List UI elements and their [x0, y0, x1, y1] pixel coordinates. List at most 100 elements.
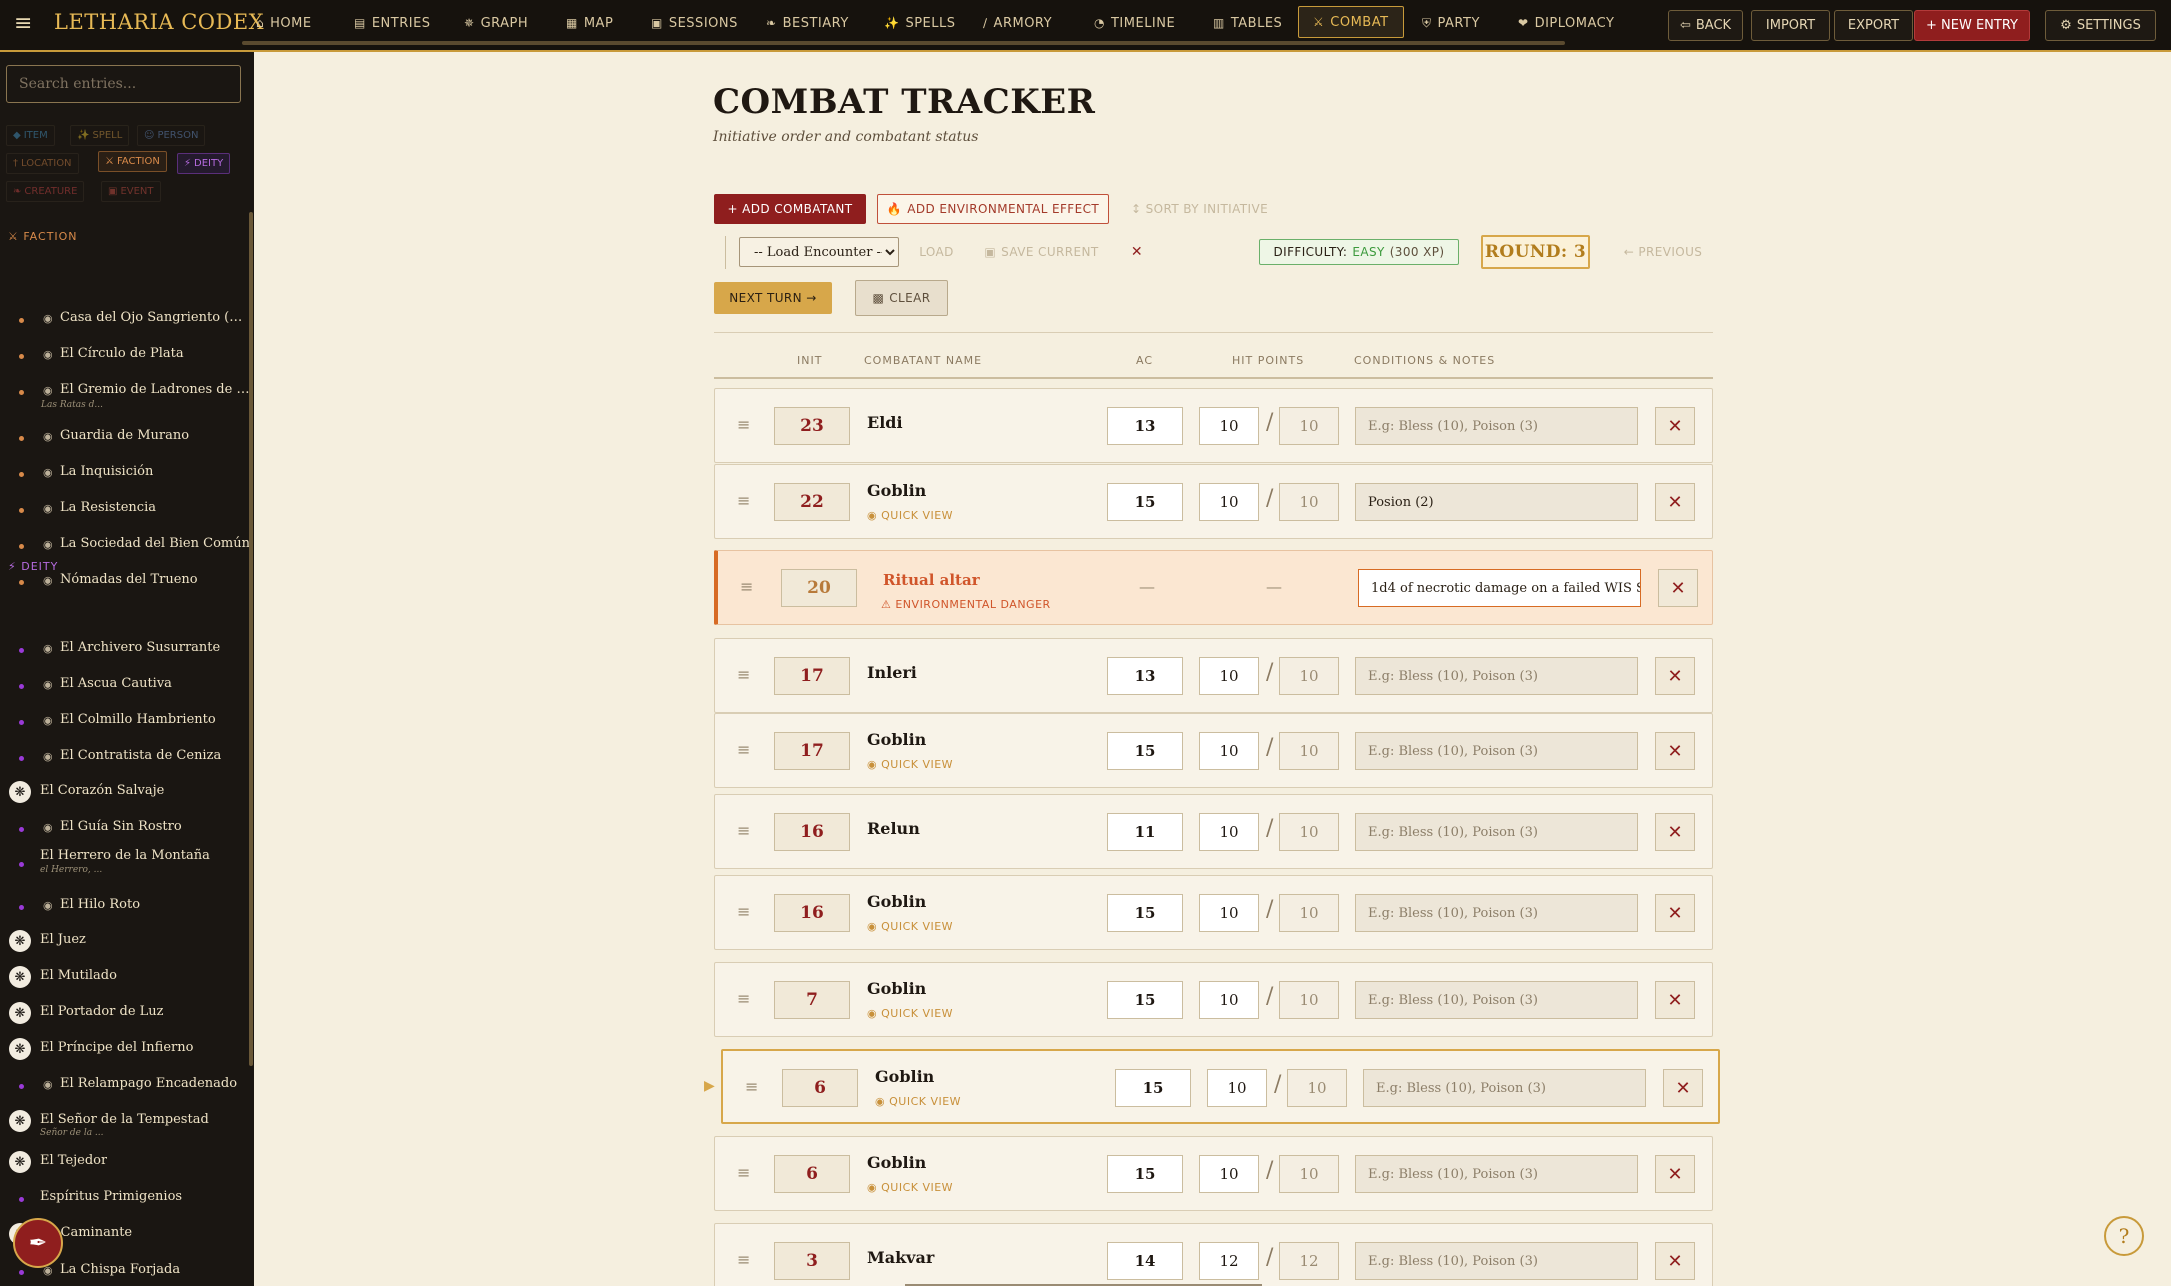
- sidebar-item-deity[interactable]: ❋ El Corazón Salvaje: [0, 781, 248, 811]
- combatant-name[interactable]: Goblin: [867, 481, 926, 500]
- conditions-notes-input[interactable]: [1355, 981, 1638, 1019]
- sidebar-item-deity[interactable]: ◉ El Archivero Susurrante: [0, 638, 248, 668]
- sidebar-item-faction[interactable]: ◉ Guardia de Murano: [0, 428, 248, 458]
- sidebar-item-deity[interactable]: ❋ El Juez: [0, 930, 248, 960]
- initiative-input[interactable]: [774, 657, 850, 695]
- max-hp-input[interactable]: [1279, 813, 1339, 851]
- current-hp-input[interactable]: [1199, 1155, 1259, 1193]
- conditions-notes-input[interactable]: [1355, 894, 1638, 932]
- filter-chip-creature[interactable]: ❧ CREATURE: [6, 181, 85, 202]
- drag-handle-icon[interactable]: ≡: [737, 491, 750, 510]
- quick-view-link[interactable]: ◉ QUICK VIEW: [875, 1095, 961, 1108]
- armor-class-input[interactable]: [1107, 483, 1183, 521]
- armor-class-input[interactable]: [1107, 894, 1183, 932]
- sidebar-item-faction[interactable]: ◉ La Inquisición: [0, 464, 248, 494]
- add-combatant-button[interactable]: + ADD COMBATANT: [714, 194, 866, 224]
- drag-handle-icon[interactable]: ≡: [740, 577, 753, 596]
- current-hp-input[interactable]: [1199, 981, 1259, 1019]
- nav-spells[interactable]: ✨ SPELLS: [884, 0, 956, 46]
- sidebar-item-deity[interactable]: ◉ El Guía Sin Rostro: [0, 817, 248, 847]
- max-hp-input[interactable]: [1279, 483, 1339, 521]
- max-hp-input[interactable]: [1279, 1242, 1339, 1280]
- initiative-input[interactable]: [782, 1069, 858, 1107]
- max-hp-input[interactable]: [1279, 407, 1339, 445]
- remove-combatant-button[interactable]: ✕: [1655, 657, 1695, 695]
- combatant-name[interactable]: Goblin: [867, 1153, 926, 1172]
- sidebar-item-deity[interactable]: ◉ El Hilo Roto: [0, 895, 248, 925]
- sidebar-item-deity[interactable]: ◉ El Colmillo Hambriento: [0, 710, 248, 740]
- remove-combatant-button[interactable]: ✕: [1658, 569, 1698, 607]
- nav-map[interactable]: ▦ MAP: [566, 0, 613, 46]
- combatant-name[interactable]: Makvar: [867, 1248, 934, 1267]
- drag-handle-icon[interactable]: ≡: [745, 1077, 758, 1096]
- help-button[interactable]: ?: [2104, 1216, 2144, 1256]
- conditions-notes-input[interactable]: [1355, 813, 1638, 851]
- max-hp-input[interactable]: [1279, 732, 1339, 770]
- quick-view-link[interactable]: ◉ QUICK VIEW: [867, 920, 953, 933]
- remove-combatant-button[interactable]: ✕: [1655, 732, 1695, 770]
- sidebar-item-deity[interactable]: El Herrero de la Montaña el Herrero, ...: [0, 848, 248, 882]
- max-hp-input[interactable]: [1279, 657, 1339, 695]
- drag-handle-icon[interactable]: ≡: [737, 902, 750, 921]
- filter-chip-event[interactable]: ▣ EVENT: [101, 181, 161, 202]
- hamburger-menu-icon[interactable]: ≡: [14, 13, 34, 35]
- current-hp-input[interactable]: [1199, 407, 1259, 445]
- drag-handle-icon[interactable]: ≡: [737, 665, 750, 684]
- settings-button[interactable]: ⚙ SETTINGS: [2045, 10, 2156, 41]
- sidebar-item-deity[interactable]: ❋ El Portador de Luz: [0, 1002, 248, 1032]
- armor-class-input[interactable]: [1107, 407, 1183, 445]
- remove-combatant-button[interactable]: ✕: [1655, 483, 1695, 521]
- current-hp-input[interactable]: [1207, 1069, 1267, 1107]
- sidebar-item-deity[interactable]: ◉ El Contratista de Ceniza: [0, 746, 248, 776]
- combatant-name[interactable]: Relun: [867, 819, 920, 838]
- delete-encounter-button[interactable]: ✕: [1126, 237, 1148, 267]
- filter-chip-item[interactable]: ◆ ITEM: [6, 125, 55, 146]
- nav-entries[interactable]: ▤ ENTRIES: [354, 0, 431, 46]
- sidebar-item-faction[interactable]: ◉ El Gremio de Ladrones de Mu... Las Ratas…: [0, 382, 250, 412]
- current-hp-input[interactable]: [1199, 657, 1259, 695]
- nav-armory[interactable]: ∕ ARMORY: [983, 0, 1052, 46]
- nav-scrollbar[interactable]: [242, 41, 1565, 45]
- filter-chip-person[interactable]: ☺ PERSON: [137, 125, 206, 146]
- quick-view-link[interactable]: ◉ QUICK VIEW: [867, 509, 953, 522]
- conditions-notes-input[interactable]: [1358, 569, 1641, 607]
- conditions-notes-input[interactable]: [1355, 732, 1638, 770]
- category-deity[interactable]: ⚡ DEITY: [8, 560, 58, 573]
- drag-handle-icon[interactable]: ≡: [737, 989, 750, 1008]
- quick-view-link[interactable]: ◉ QUICK VIEW: [867, 1181, 953, 1194]
- nav-combat[interactable]: ⚔ COMBAT: [1298, 6, 1404, 38]
- quick-view-link[interactable]: ◉ QUICK VIEW: [867, 1007, 953, 1020]
- app-brand[interactable]: LETHARIA CODEX: [54, 10, 264, 34]
- filter-chip-spell[interactable]: ✨ SPELL: [70, 125, 130, 146]
- initiative-input[interactable]: [774, 1155, 850, 1193]
- combatant-name[interactable]: Inleri: [867, 663, 917, 682]
- nav-timeline[interactable]: ◔ TIMELINE: [1094, 0, 1175, 46]
- current-hp-input[interactable]: [1199, 813, 1259, 851]
- combatant-name[interactable]: Goblin: [867, 730, 926, 749]
- nav-home[interactable]: ⌂ HOME: [256, 0, 312, 46]
- load-button[interactable]: LOAD: [914, 237, 959, 267]
- armor-class-input[interactable]: [1107, 1242, 1183, 1280]
- remove-combatant-button[interactable]: ✕: [1655, 1155, 1695, 1193]
- combatant-name[interactable]: Goblin: [875, 1067, 934, 1086]
- current-hp-input[interactable]: [1199, 732, 1259, 770]
- armor-class-input[interactable]: [1107, 813, 1183, 851]
- max-hp-input[interactable]: [1287, 1069, 1347, 1107]
- nav-diplomacy[interactable]: ❤ DIPLOMACY: [1518, 0, 1614, 46]
- drag-handle-icon[interactable]: ≡: [737, 821, 750, 840]
- initiative-input[interactable]: [774, 407, 850, 445]
- initiative-input[interactable]: [781, 569, 857, 607]
- drag-handle-icon[interactable]: ≡: [737, 1163, 750, 1182]
- export-button[interactable]: EXPORT: [1834, 10, 1913, 41]
- add-environmental-effect-button[interactable]: 🔥 ADD ENVIRONMENTAL EFFECT: [877, 194, 1109, 224]
- drag-handle-icon[interactable]: ≡: [737, 740, 750, 759]
- filter-chip-deity[interactable]: ⚡ DEITY: [177, 153, 231, 174]
- sidebar-item-deity[interactable]: ❋ El Mutilado: [0, 966, 248, 996]
- nav-graph[interactable]: ✵ GRAPH: [464, 0, 528, 46]
- filter-chip-faction[interactable]: ⚔ FACTION: [98, 151, 167, 172]
- new-entry-button[interactable]: + NEW ENTRY: [1914, 10, 2030, 41]
- armor-class-input[interactable]: [1107, 1155, 1183, 1193]
- conditions-notes-input[interactable]: [1355, 1155, 1638, 1193]
- remove-combatant-button[interactable]: ✕: [1663, 1069, 1703, 1107]
- nav-bestiary[interactable]: ❧ BESTIARY: [766, 0, 849, 46]
